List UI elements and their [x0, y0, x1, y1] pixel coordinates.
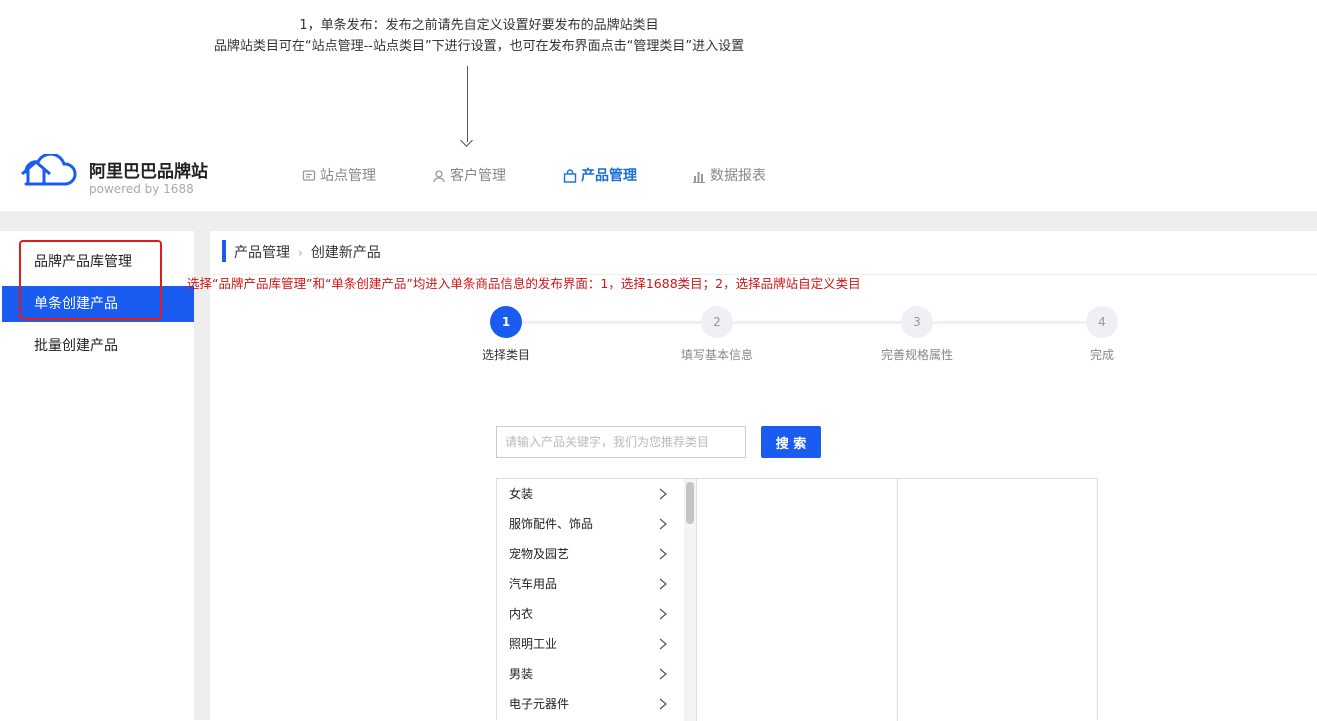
bag-icon — [563, 169, 577, 183]
cloud-house-logo-icon — [21, 154, 77, 186]
bar-chart-icon — [693, 172, 705, 183]
category-label: 照明工业 — [509, 637, 558, 651]
chevron-right-icon — [659, 608, 667, 620]
nav-label: 站点管理 — [320, 168, 376, 184]
breadcrumb-current: 创建新产品 — [310, 245, 381, 261]
nav-data-reports[interactable]: 数据报表 — [692, 166, 766, 186]
breadcrumb-separator-icon: › — [298, 246, 303, 260]
chevron-right-icon — [659, 488, 667, 500]
chevron-right-icon — [659, 668, 667, 680]
category-item[interactable]: 内衣 — [497, 599, 683, 629]
breadcrumb-divider — [210, 274, 1317, 275]
step-2-label: 填写基本信息 — [680, 348, 753, 362]
nav-customer-management[interactable]: 客户管理 — [432, 166, 506, 186]
category-item[interactable]: 照明工业 — [497, 629, 683, 659]
category-level-1-list: 女装 服饰配件、饰品 宠物及园艺 汽车用品 内衣 照明工业 男装 电子元器件 — [497, 479, 697, 721]
step-connector — [522, 321, 702, 324]
brand-subtitle: powered by 1688 — [89, 182, 194, 196]
breadcrumb: 产品管理 › 创建新产品 — [234, 243, 381, 263]
nav-product-management[interactable]: 产品管理 — [563, 166, 637, 186]
chevron-right-icon — [659, 548, 667, 560]
category-search-input[interactable] — [496, 426, 746, 458]
user-icon — [433, 170, 445, 183]
nav-label: 数据报表 — [710, 168, 766, 184]
step-3-label: 完善规格属性 — [880, 348, 953, 362]
category-item[interactable]: 女装 — [497, 479, 683, 509]
step-4-circle: 4 — [1086, 306, 1118, 338]
category-label: 电子元器件 — [509, 697, 570, 711]
step-connector — [933, 321, 1086, 324]
sidebar-item-batch-create[interactable]: 批量创建产品 — [2, 328, 194, 364]
step-1-circle: 1 — [490, 306, 522, 338]
category-label: 汽车用品 — [509, 577, 558, 591]
category-selector: 女装 服饰配件、饰品 宠物及园艺 汽车用品 内衣 照明工业 男装 电子元器件 — [496, 478, 1098, 721]
scrollbar-thumb[interactable] — [686, 482, 694, 524]
step-2-circle: 2 — [701, 306, 733, 338]
category-item[interactable]: 宠物及园艺 — [497, 539, 683, 569]
chevron-right-icon — [659, 518, 667, 530]
step-connector — [733, 321, 901, 324]
annotation-arrow-line — [467, 66, 468, 142]
header-divider-band — [0, 211, 1317, 231]
category-level-2-list — [697, 479, 898, 721]
step-4-label: 完成 — [1089, 348, 1114, 362]
chevron-right-icon — [659, 638, 667, 650]
nav-site-management[interactable]: 站点管理 — [302, 166, 376, 186]
nav-label: 产品管理 — [581, 168, 637, 184]
chevron-right-icon — [659, 698, 667, 710]
nav-label: 客户管理 — [450, 168, 506, 184]
category-item[interactable]: 电子元器件 — [497, 689, 683, 719]
brand-title: 阿里巴巴品牌站 — [89, 162, 208, 182]
annotation-arrow-head — [460, 134, 473, 147]
content-gutter — [194, 231, 210, 720]
category-label: 男装 — [509, 667, 534, 681]
annotation-line-2: 品牌站类目可在“站点管理--站点类目”下进行设置，也可在发布界面点击“管理类目”… — [213, 39, 745, 54]
category-label: 宠物及园艺 — [509, 547, 570, 561]
category-label: 女装 — [509, 487, 534, 501]
annotation-highlight-box — [19, 240, 162, 320]
category-item[interactable]: 汽车用品 — [497, 569, 683, 599]
category-label: 服饰配件、饰品 — [509, 517, 594, 531]
breadcrumb-parent[interactable]: 产品管理 — [234, 243, 290, 263]
step-3-circle: 3 — [901, 306, 933, 338]
category-label: 内衣 — [509, 607, 534, 621]
chevron-right-icon — [659, 578, 667, 590]
site-icon — [302, 170, 316, 181]
annotation-line-1: 1，单条发布：发布之前请先自定义设置好要发布的品牌站类目 — [299, 18, 659, 33]
category-item[interactable]: 男装 — [497, 659, 683, 689]
annotation-red-note: 选择“品牌产品库管理”和“单条创建产品”均进入单条商品信息的发布界面：1，选择1… — [187, 276, 861, 291]
search-button[interactable]: 搜 索 — [761, 426, 821, 458]
breadcrumb-accent-bar — [222, 240, 226, 262]
category-item[interactable]: 服饰配件、饰品 — [497, 509, 683, 539]
step-1-label: 选择类目 — [481, 348, 530, 362]
